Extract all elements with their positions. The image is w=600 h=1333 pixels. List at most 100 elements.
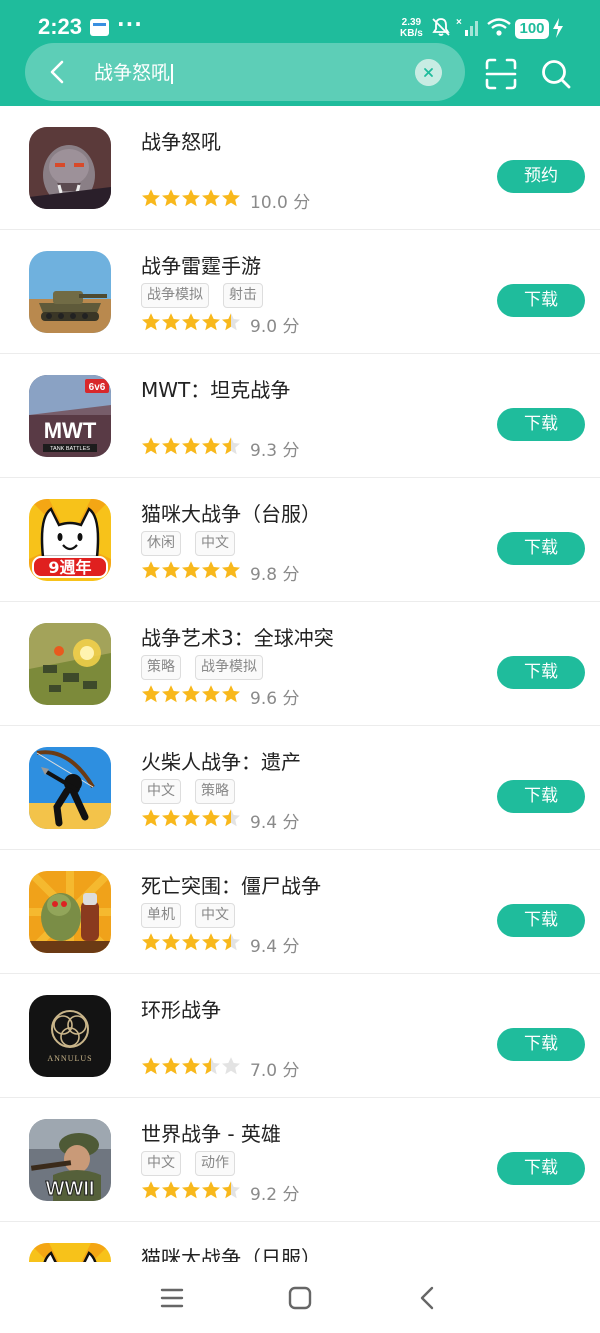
more-icon: ··· [117, 12, 143, 36]
download-button[interactable]: 下载 [497, 284, 585, 317]
app-name: 火柴人战争：遗产 [141, 750, 301, 774]
app-name: 战争雷霆手游 [141, 254, 261, 278]
star-icon [162, 1181, 180, 1199]
search-icon[interactable] [539, 57, 573, 91]
star-icon [202, 933, 220, 951]
text-caret [171, 63, 174, 84]
search-query: 战争怒吼 [94, 62, 171, 84]
rating: 9.0 分 [141, 313, 300, 337]
star-icon [222, 189, 240, 207]
star-icon [162, 933, 180, 951]
app-name: 战争怒吼 [141, 130, 221, 154]
score: 9.6 分 [250, 688, 300, 709]
star-icon [222, 313, 240, 331]
tag: 中文 [141, 1151, 181, 1176]
search-input[interactable]: 战争怒吼 [94, 58, 174, 85]
back-icon[interactable] [418, 1286, 438, 1310]
star-icon [162, 561, 180, 579]
download-button[interactable]: 下载 [497, 408, 585, 441]
clear-icon[interactable] [415, 59, 442, 86]
search-results-list[interactable]: 战争怒吼 10.0 分 预约 战争雷霆手游 战争模拟 射击 9.0 分 下载 6… [0, 106, 600, 1262]
star-icon [222, 809, 240, 827]
tag: 动作 [195, 1151, 235, 1176]
app-name: MWT：坦克战争 [141, 378, 291, 402]
tag: 中文 [195, 531, 235, 556]
star-icon [162, 189, 180, 207]
svg-text:×: × [456, 17, 462, 28]
list-item[interactable]: WWII 世界战争 - 英雄 中文 动作 9.2 分 下载 [0, 1098, 600, 1222]
menu-icon[interactable] [159, 1286, 185, 1310]
status-time: 2:23 [38, 14, 83, 39]
score: 9.0 分 [250, 316, 300, 337]
score: 7.0 分 [250, 1060, 300, 1081]
tag: 单机 [141, 903, 181, 928]
icon-logo: MWT [44, 418, 97, 443]
app-name: 战争艺术3：全球冲突 [141, 626, 334, 650]
list-item[interactable]: 死亡突围：僵尸战争 单机 中文 9.4 分 下载 [0, 850, 600, 974]
star-icon [142, 685, 160, 703]
star-icon [202, 809, 220, 827]
icon-banner: 9週年 [48, 558, 91, 577]
star-icon [182, 561, 200, 579]
reserve-button[interactable]: 预约 [497, 160, 585, 193]
charging-icon [553, 18, 563, 38]
star-icon [182, 1181, 200, 1199]
icon-text: ANNULUS [47, 1054, 92, 1063]
star-icon [162, 313, 180, 331]
star-icon [182, 685, 200, 703]
score: 10.0 分 [250, 192, 311, 213]
download-button[interactable]: 下载 [497, 1152, 585, 1185]
star-icon [222, 561, 240, 579]
list-item[interactable]: 战争雷霆手游 战争模拟 射击 9.0 分 下载 [0, 230, 600, 354]
star-icon [142, 561, 160, 579]
star-icon [182, 189, 200, 207]
list-item[interactable]: 6v6 MWT TANK BATTLES MWT：坦克战争 9.3 分 下载 [0, 354, 600, 478]
star-icon [142, 437, 160, 455]
notification-icon [90, 19, 109, 36]
tag: 战争模拟 [195, 655, 263, 680]
list-item[interactable]: 猫咪大战争（日服） [0, 1222, 600, 1262]
annulus-icon: ANNULUS [29, 995, 111, 1077]
star-icon [162, 685, 180, 703]
download-button[interactable]: 下载 [497, 1028, 585, 1061]
download-button[interactable]: 下载 [497, 656, 585, 689]
star-rating [141, 684, 241, 708]
tag: 中文 [195, 903, 235, 928]
download-button[interactable]: 下载 [497, 532, 585, 565]
rating: 7.0 分 [141, 1057, 300, 1081]
score: 9.2 分 [250, 1184, 300, 1205]
tag-list: 休闲 中文 [141, 531, 249, 556]
tag-list: 单机 中文 [141, 903, 249, 928]
list-item[interactable]: 战争怒吼 10.0 分 预约 [0, 106, 600, 230]
net-speed: 2.39 KB/s [400, 17, 423, 39]
star-icon [222, 1181, 240, 1199]
rating: 9.2 分 [141, 1181, 300, 1205]
download-button[interactable]: 下载 [497, 904, 585, 937]
tag: 策略 [195, 779, 235, 804]
home-icon[interactable] [288, 1286, 312, 1310]
scan-icon[interactable] [484, 57, 518, 91]
app-name: 死亡突围：僵尸战争 [141, 874, 321, 898]
back-icon[interactable] [43, 57, 73, 87]
list-item[interactable]: ANNULUS 环形战争 7.0 分 下载 [0, 974, 600, 1098]
star-rating [141, 932, 241, 956]
star-icon [162, 1057, 180, 1075]
download-button[interactable]: 下载 [497, 780, 585, 813]
star-icon [222, 1057, 240, 1075]
tag: 中文 [141, 779, 181, 804]
list-item[interactable]: 战争艺术3：全球冲突 策略 战争模拟 9.6 分 下载 [0, 602, 600, 726]
orc-warrior-icon [29, 127, 111, 209]
score: 9.4 分 [250, 812, 300, 833]
tag: 战争模拟 [141, 283, 209, 308]
star-icon [202, 189, 220, 207]
score: 9.8 分 [250, 564, 300, 585]
battle-cat-icon [29, 1243, 111, 1262]
list-item[interactable]: 9週年 猫咪大战争（台服） 休闲 中文 9.8 分 下载 [0, 478, 600, 602]
star-icon [142, 809, 160, 827]
star-icon [202, 561, 220, 579]
list-item[interactable]: 火柴人战争：遗产 中文 策略 9.4 分 下载 [0, 726, 600, 850]
star-icon [142, 313, 160, 331]
status-bar: 2:23 ··· 2.39 KB/s × 100 [0, 0, 600, 44]
star-icon [222, 685, 240, 703]
search-bar[interactable]: 战争怒吼 [25, 43, 465, 101]
